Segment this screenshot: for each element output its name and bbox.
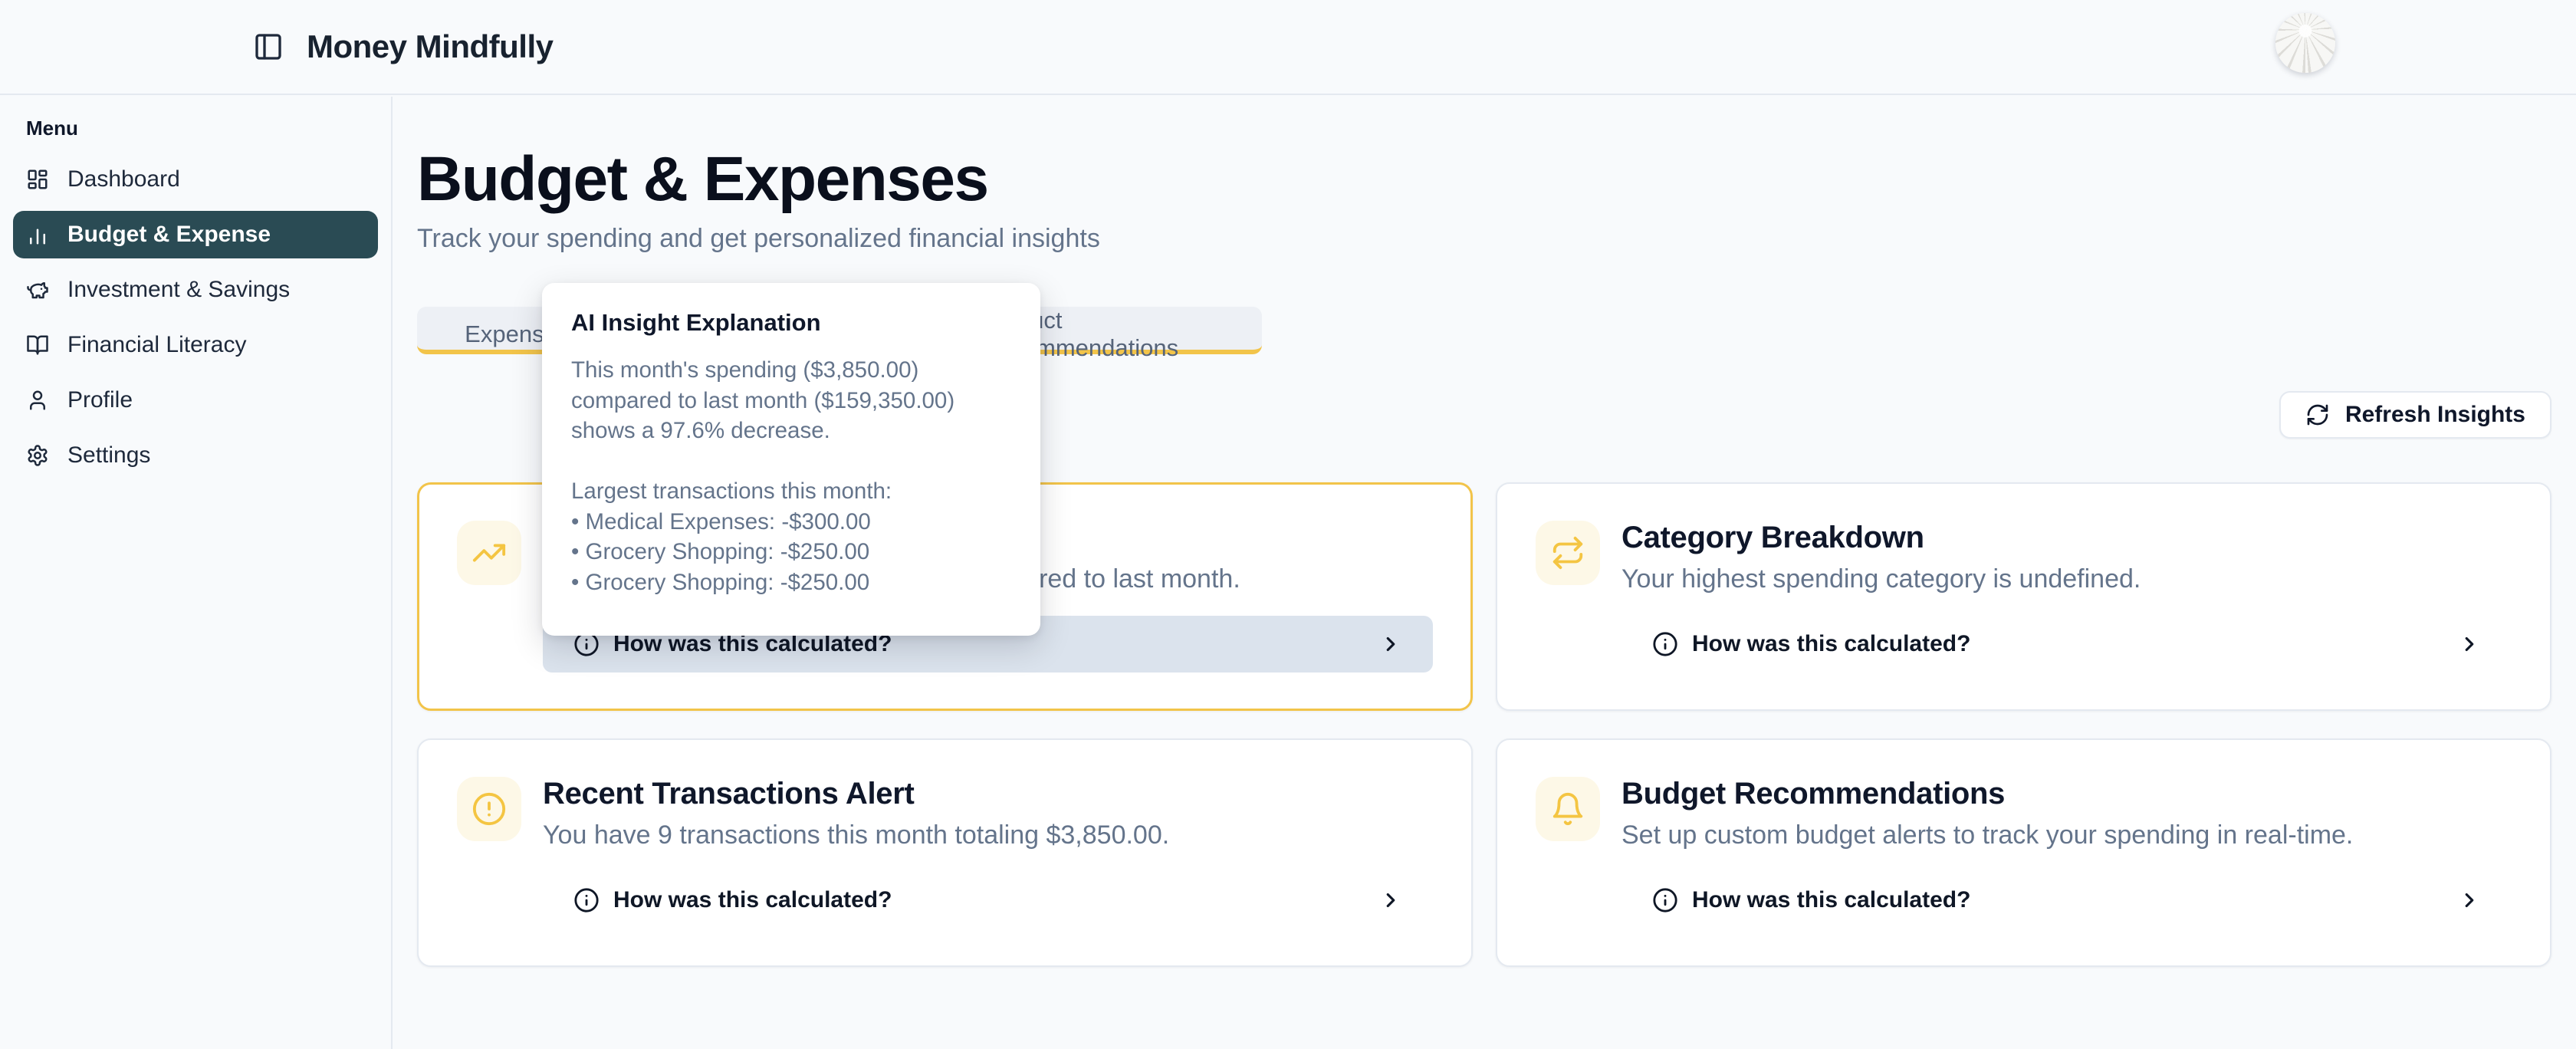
sidebar-item-investment-savings[interactable]: Investment & Savings: [13, 266, 378, 314]
sidebar-item-label: Settings: [67, 442, 150, 469]
popover-body: This month's spending ($3,850.00) compar…: [571, 355, 1011, 597]
sidebar-menu-label: Menu: [26, 117, 378, 140]
card-title: Recent Transactions Alert: [543, 775, 1433, 812]
user-icon: [26, 389, 49, 412]
info-icon: [1652, 887, 1678, 913]
refresh-insights-label: Refresh Insights: [2345, 402, 2525, 428]
sidebar-item-label: Financial Literacy: [67, 332, 246, 358]
card-description: Your highest spending category is undefi…: [1622, 564, 2512, 594]
sidebar-item-label: Profile: [67, 387, 133, 413]
how-calculated-label: How was this calculated?: [613, 887, 892, 913]
refresh-insights-button[interactable]: Refresh Insights: [2279, 391, 2551, 439]
chevron-right-icon: [2458, 889, 2481, 912]
ai-insight-popover: AI Insight Explanation This month's spen…: [542, 283, 1040, 636]
info-icon: [1652, 631, 1678, 657]
book-open-icon: [26, 334, 49, 357]
how-calculated-button[interactable]: How was this calculated?: [1622, 616, 2512, 672]
alert-circle-icon: [457, 777, 521, 841]
page-title: Budget & Expenses: [417, 144, 2551, 215]
panel-left-icon: [253, 31, 284, 62]
sidebar-item-financial-literacy[interactable]: Financial Literacy: [13, 321, 378, 369]
sidebar-item-settings[interactable]: Settings: [13, 432, 378, 479]
info-icon: [573, 887, 600, 913]
bell-icon: [1536, 777, 1600, 841]
card-budget-recommendations: Budget Recommendations Set up custom bud…: [1496, 738, 2551, 967]
sidebar-item-budget-expense[interactable]: Budget & Expense: [13, 211, 378, 258]
how-calculated-label: How was this calculated?: [1692, 887, 1970, 913]
bar-chart-icon: [26, 223, 49, 246]
card-recent-transactions-alert: Recent Transactions Alert You have 9 tra…: [417, 738, 1473, 967]
repeat-icon: [1536, 521, 1600, 585]
how-calculated-button[interactable]: How was this calculated?: [1622, 872, 2512, 929]
card-title: Budget Recommendations: [1622, 775, 2512, 812]
card-category-breakdown: Category Breakdown Your highest spending…: [1496, 482, 2551, 711]
sidebar-toggle-button[interactable]: [253, 31, 284, 62]
sidebar-item-dashboard[interactable]: Dashboard: [13, 156, 378, 203]
sidebar-item-label: Budget & Expense: [67, 222, 271, 248]
gear-icon: [26, 444, 49, 467]
how-calculated-button[interactable]: How was this calculated?: [543, 872, 1433, 929]
chevron-right-icon: [1379, 889, 1402, 912]
piggy-bank-icon: [26, 278, 49, 301]
chevron-right-icon: [2458, 633, 2481, 656]
sidebar-nav: Dashboard Budget & Expense Investment & …: [13, 156, 378, 479]
page-subtitle: Track your spending and get personalized…: [417, 222, 2551, 255]
sidebar-item-profile[interactable]: Profile: [13, 377, 378, 424]
popover-title: AI Insight Explanation: [571, 309, 1011, 337]
avatar[interactable]: [2275, 13, 2335, 73]
sidebar-item-label: Investment & Savings: [67, 277, 290, 303]
sidebar: Menu Dashboard Budget & Expense Investme…: [0, 97, 393, 1049]
layout-dashboard-icon: [26, 168, 49, 191]
app-title: Money Mindfully: [307, 28, 554, 65]
how-calculated-label: How was this calculated?: [1692, 631, 1970, 657]
card-description: You have 9 transactions this month total…: [543, 820, 1433, 850]
refresh-icon: [2305, 403, 2330, 427]
chevron-right-icon: [1379, 633, 1402, 656]
app-header: Money Mindfully: [0, 0, 2576, 95]
card-title: Category Breakdown: [1622, 519, 2512, 556]
trending-up-icon: [457, 521, 521, 585]
card-description: Set up custom budget alerts to track you…: [1622, 820, 2512, 850]
sidebar-item-label: Dashboard: [67, 166, 180, 192]
